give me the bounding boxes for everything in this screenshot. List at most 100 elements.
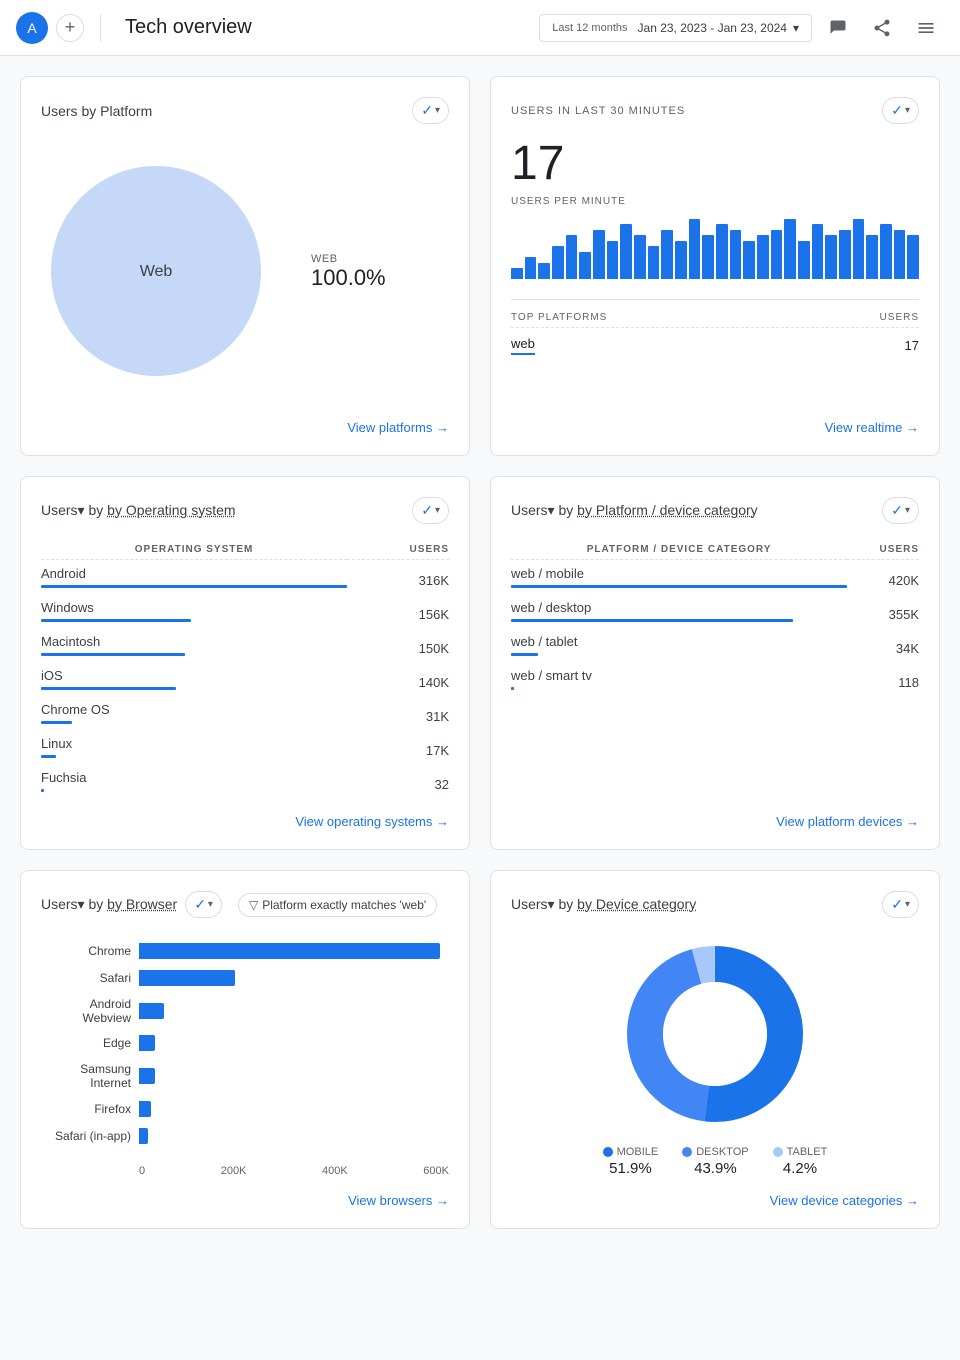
bar-mini: [689, 219, 701, 279]
device-check-button[interactable]: ✓ ▾: [882, 891, 919, 918]
browser-bar: [139, 1068, 155, 1084]
pd-bar: [511, 585, 847, 588]
browser-filter-badge[interactable]: ▽ Platform exactly matches 'web': [238, 893, 437, 917]
browser-bar-wrap: [139, 1068, 449, 1084]
os-users-val: 17K: [347, 730, 449, 764]
view-realtime-link[interactable]: View realtime →: [511, 404, 919, 435]
platform-check-button[interactable]: ✓ ▾: [412, 97, 449, 124]
add-button[interactable]: +: [56, 14, 84, 42]
platform-device-header: Users▾ by by Platform / device category …: [511, 497, 919, 524]
browser-row: Samsung Internet: [41, 1062, 449, 1090]
os-bar: [41, 721, 72, 724]
browser-row: Safari: [41, 970, 449, 986]
chevron-icon: ▾: [435, 105, 440, 116]
pd-bar: [511, 653, 538, 656]
os-check-button[interactable]: ✓ ▾: [412, 497, 449, 524]
view-device-categories-link[interactable]: View device categories →: [511, 1177, 919, 1208]
pie-legend-value: 100.0%: [311, 265, 386, 291]
browser-bar-wrap: [139, 1035, 449, 1051]
os-users-val: 150K: [347, 628, 449, 662]
table-row: web / tablet 34K: [511, 628, 919, 662]
donut-chart-wrapper: [511, 934, 919, 1134]
donut-legend: MOBILE 51.9% DESKTOP 43.9% TABLET 4.2%: [511, 1146, 919, 1177]
os-name: Macintosh: [41, 634, 347, 649]
pd-users-header: USERS: [847, 540, 919, 560]
browser-label: Safari (in-app): [41, 1129, 131, 1143]
realtime-table-row: web 17: [511, 332, 919, 359]
browser-bar: [139, 970, 235, 986]
device-title-main: by Device category: [577, 896, 696, 912]
browser-row: Firefox: [41, 1101, 449, 1117]
table-row: Windows 156K: [41, 594, 449, 628]
realtime-check-button[interactable]: ✓ ▾: [882, 97, 919, 124]
bar-mini: [880, 224, 892, 279]
browser-label: Samsung Internet: [41, 1062, 131, 1090]
browser-bar: [139, 1035, 155, 1051]
table-row: Macintosh 150K: [41, 628, 449, 662]
bar-mini: [593, 230, 605, 279]
date-range-value: Jan 23, 2023 - Jan 23, 2024: [638, 21, 787, 35]
os-title-main: by Operating system: [107, 502, 235, 518]
table-row: web / smart tv 118: [511, 662, 919, 696]
os-col-header: OPERATING SYSTEM: [41, 540, 347, 560]
view-os-link[interactable]: View operating systems →: [41, 798, 449, 829]
users-by-device-card: Users▾ by by Device category ✓ ▾: [490, 870, 940, 1229]
divider: [511, 299, 919, 300]
view-platforms-link[interactable]: View platforms →: [41, 404, 449, 435]
row-1: Users by Platform ✓ ▾ Web WEB 100.0%: [20, 76, 940, 456]
bar-mini: [538, 263, 550, 279]
platform-web: web: [511, 336, 535, 351]
settings-icon[interactable]: [908, 10, 944, 46]
os-bar: [41, 687, 176, 690]
pd-table: PLATFORM / DEVICE CATEGORY USERS web / m…: [511, 540, 919, 696]
bar-mini: [812, 224, 824, 279]
pd-title-main: by Platform / device category: [577, 502, 758, 518]
pd-users-val: 34K: [847, 628, 919, 662]
os-name: Android: [41, 566, 347, 581]
avatar: A: [16, 12, 48, 44]
bar-mini: [798, 241, 810, 279]
browser-bar-wrap: [139, 1128, 449, 1144]
browser-bar: [139, 1101, 151, 1117]
view-pd-link[interactable]: View platform devices →: [511, 798, 919, 829]
donut-legend-item: TABLET 4.2%: [773, 1146, 828, 1177]
svg-text:Web: Web: [140, 263, 173, 280]
bar-mini: [784, 219, 796, 279]
browser-row: Safari (in-app): [41, 1128, 449, 1144]
browser-title-prefix: Users▾ by: [41, 896, 107, 912]
donut-legend-label: DESKTOP: [682, 1146, 748, 1158]
users-by-platform-device-card: Users▾ by by Platform / device category …: [490, 476, 940, 850]
date-range-button[interactable]: Last 12 months Jan 23, 2023 - Jan 23, 20…: [539, 14, 812, 42]
donut-dot: [682, 1147, 692, 1157]
chevron-icon-device: ▾: [905, 899, 910, 910]
browser-bar-wrap: [139, 1101, 449, 1117]
platform-web-value: 17: [905, 338, 919, 353]
bar-mini: [634, 235, 646, 279]
browser-check-button[interactable]: ✓ ▾: [185, 891, 222, 918]
users-label: USERS: [880, 312, 919, 323]
donut-legend-item: DESKTOP 43.9%: [682, 1146, 748, 1177]
check-icon: ✓: [421, 102, 433, 119]
os-users-val: 31K: [347, 696, 449, 730]
donut-legend-pct: 4.2%: [783, 1160, 817, 1177]
browser-bar: [139, 1003, 164, 1019]
compare-icon[interactable]: [820, 10, 856, 46]
page-title: Tech overview: [125, 16, 539, 39]
os-table: OPERATING SYSTEM USERS Android 316K Wind…: [41, 540, 449, 798]
pie-legend: WEB 100.0%: [311, 253, 386, 291]
pd-title-prefix: Users▾ by: [511, 502, 577, 518]
bar-mini: [866, 235, 878, 279]
pd-bar: [511, 619, 793, 622]
share-icon[interactable]: [864, 10, 900, 46]
bar-mini: [648, 246, 660, 279]
donut-legend-pct: 51.9%: [609, 1160, 652, 1177]
bar-mini: [716, 224, 728, 279]
browser-title-main: by Browser: [107, 896, 177, 912]
view-browsers-link[interactable]: View browsers →: [41, 1177, 449, 1208]
pd-check-button[interactable]: ✓ ▾: [882, 497, 919, 524]
platform-device-title: Users▾ by by Platform / device category: [511, 502, 758, 519]
donut-legend-pct: 43.9%: [694, 1160, 737, 1177]
filter-icon: ▽: [249, 898, 258, 912]
os-card-title: Users▾ by by Operating system: [41, 502, 236, 519]
browser-label: Android Webview: [41, 997, 131, 1025]
